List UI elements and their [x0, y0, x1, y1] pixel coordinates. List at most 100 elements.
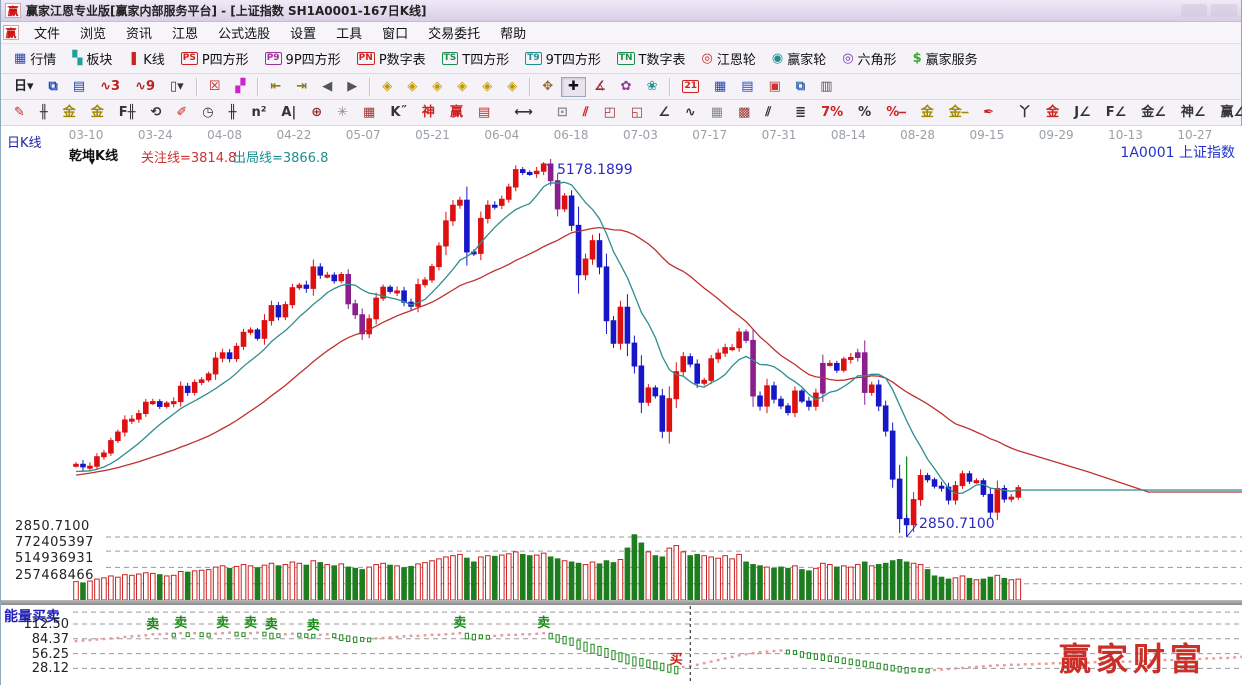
zigzag-button[interactable]: ∿ — [678, 103, 703, 123]
panel-separator[interactable] — [1, 600, 1242, 605]
candle-body[interactable] — [437, 246, 442, 267]
candle-body[interactable] — [716, 353, 721, 359]
expand-horizontal-button[interactable]: ◈ — [425, 77, 449, 97]
p9-square-button[interactable]: P99P四方形 — [258, 46, 348, 71]
volume-bar[interactable] — [688, 556, 693, 600]
candle-body[interactable] — [932, 480, 937, 486]
volume-bar[interactable] — [74, 582, 79, 600]
candle-body[interactable] — [1009, 497, 1014, 499]
print-button[interactable]: ▥ — [813, 77, 839, 97]
candle-body[interactable] — [583, 259, 588, 275]
volume-bar[interactable] — [353, 568, 358, 600]
volume-bar[interactable] — [807, 571, 812, 600]
volume-bar[interactable] — [486, 556, 491, 600]
candle-body[interactable] — [255, 330, 260, 338]
restore-button[interactable] — [1211, 4, 1237, 17]
gann-wheel-button[interactable]: ◎江恩轮 — [694, 46, 762, 71]
next-button[interactable]: ▶ — [340, 77, 364, 97]
volume-bar[interactable] — [123, 575, 128, 600]
volume-bar[interactable] — [437, 559, 442, 600]
candle-body[interactable] — [988, 494, 993, 512]
volume-bar[interactable] — [367, 567, 372, 600]
grid-red-button[interactable]: ▩ — [731, 103, 757, 123]
candle-body[interactable] — [109, 441, 114, 453]
circle-cross-button[interactable]: ⊕ — [304, 103, 329, 123]
volume-bar[interactable] — [981, 579, 986, 600]
candle-body[interactable] — [667, 399, 672, 432]
t9-square-button[interactable]: T99T四方形 — [518, 46, 608, 71]
volume-bar[interactable] — [786, 568, 791, 600]
volume-bar[interactable] — [248, 566, 253, 600]
kline-button[interactable]: ❚K线 — [121, 46, 171, 71]
candle-body[interactable] — [632, 343, 637, 366]
volume-bar[interactable] — [332, 566, 337, 600]
sell-signal[interactable]: 卖 — [244, 615, 257, 631]
shrink-left-button[interactable]: ◈ — [375, 77, 399, 97]
volume-bar[interactable] — [674, 546, 679, 600]
volume-bar[interactable] — [360, 570, 365, 600]
candle-body[interactable] — [318, 267, 323, 275]
candle-body[interactable] — [444, 221, 449, 246]
volume-bar[interactable] — [269, 563, 274, 600]
candle-body[interactable] — [116, 432, 121, 441]
volume-bar[interactable] — [793, 566, 798, 600]
volume-bar[interactable] — [451, 556, 456, 600]
candle-body[interactable] — [269, 306, 274, 321]
candle-body[interactable] — [590, 241, 595, 259]
last-page-button[interactable]: ⇥ — [289, 77, 314, 97]
volume-bar[interactable] — [667, 548, 672, 600]
candle-body[interactable] — [157, 402, 162, 407]
kline-style-dropdown[interactable]: 日▾ — [7, 77, 41, 97]
volume-bar[interactable] — [409, 566, 414, 600]
ruler-123-button[interactable]: ▤ — [471, 103, 497, 123]
volume-bar[interactable] — [932, 576, 937, 600]
candle-body[interactable] — [297, 285, 302, 288]
candle-body[interactable] — [618, 307, 623, 343]
candle-body[interactable] — [541, 164, 546, 171]
volume-bar[interactable] — [423, 563, 428, 600]
volume-bar[interactable] — [862, 562, 867, 600]
candle-body[interactable] — [646, 388, 651, 402]
candle-body[interactable] — [772, 386, 777, 399]
t-square-button[interactable]: TST四方形 — [435, 46, 517, 71]
candle-body[interactable] — [144, 402, 149, 413]
percent-button[interactable]: % — [851, 103, 878, 123]
candle-body[interactable] — [430, 267, 435, 280]
volume-bar[interactable] — [304, 565, 309, 600]
volume-bar[interactable] — [939, 577, 944, 600]
candle-body[interactable] — [709, 359, 714, 381]
candle-body[interactable] — [702, 380, 707, 383]
candle-body[interactable] — [625, 307, 630, 343]
candle-type-dropdown[interactable]: ▯▾ — [163, 77, 191, 97]
candle-body[interactable] — [807, 401, 812, 406]
sell-signal[interactable]: 卖 — [146, 616, 159, 632]
box-fan-button[interactable]: ◱ — [624, 103, 650, 123]
volume-bar[interactable] — [876, 565, 881, 600]
volume-bar[interactable] — [681, 552, 686, 600]
volume-bar[interactable] — [381, 563, 386, 600]
volume-bar[interactable] — [800, 570, 805, 600]
candle-body[interactable] — [360, 315, 365, 334]
volume-bar[interactable] — [116, 577, 121, 600]
winner-wheel-button[interactable]: ◉赢家轮 — [765, 46, 833, 71]
candle-body[interactable] — [576, 225, 581, 274]
volume-bar[interactable] — [779, 567, 784, 600]
volume-bar[interactable] — [137, 574, 142, 600]
candle-body[interactable] — [451, 205, 456, 221]
volume-bar[interactable] — [835, 567, 840, 600]
candle-body[interactable] — [737, 332, 742, 348]
volume-bar[interactable] — [967, 578, 972, 600]
volume-bar[interactable] — [569, 562, 574, 600]
ying-angle-button[interactable]: 赢∠ — [1214, 103, 1242, 123]
fan-lines-button[interactable]: ⫽ — [576, 103, 596, 123]
candle-body[interactable] — [876, 385, 881, 406]
first-page-button[interactable]: ⇤ — [263, 77, 288, 97]
j-angle-button[interactable]: J∠ — [1067, 103, 1098, 123]
smart-analysis-button[interactable]: ❀ — [640, 77, 665, 97]
candle-body[interactable] — [527, 173, 532, 175]
candle-body[interactable] — [262, 321, 267, 339]
parallel-lines-button[interactable]: ⫽ — [758, 103, 778, 123]
candle-body[interactable] — [367, 319, 372, 334]
candle-body[interactable] — [660, 396, 665, 431]
candle-body[interactable] — [150, 402, 155, 404]
